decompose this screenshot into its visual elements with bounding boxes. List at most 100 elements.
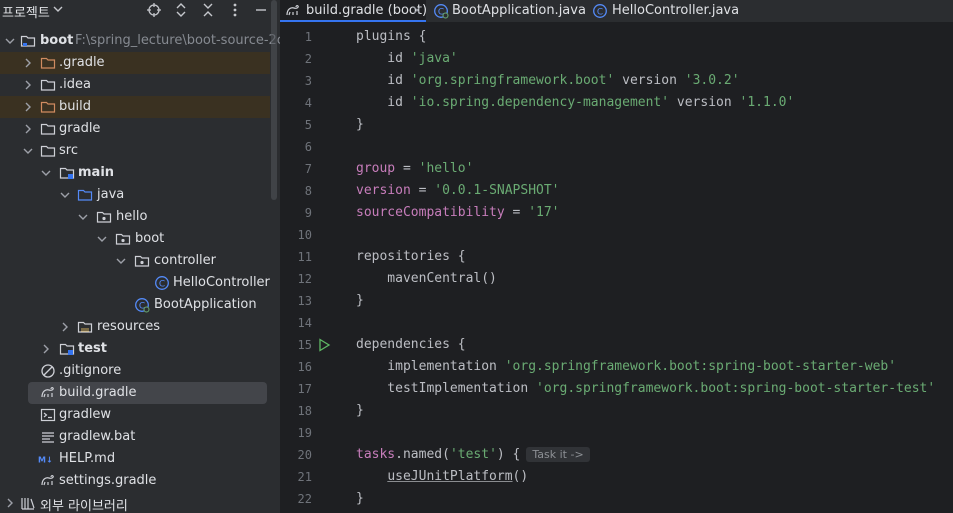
code-token: id: [356, 73, 411, 88]
chevron-right-icon[interactable]: [59, 320, 71, 334]
project-panel-scrollbar[interactable]: [271, 0, 277, 200]
project-panel: 프로젝트 boot F:\spring_lecture\boot-source-…: [0, 0, 280, 513]
line-number: 9: [304, 206, 312, 220]
code-token: =: [395, 161, 419, 176]
code-token: }: [356, 293, 364, 308]
tree-item-bootapplication[interactable]: C BootApplication: [0, 294, 270, 316]
code-property: sourceCompatibility: [356, 205, 505, 220]
line-number: 22: [297, 492, 312, 506]
close-tab-icon[interactable]: ×: [412, 3, 422, 17]
module-folder-icon: [59, 343, 75, 355]
code-line: version = '0.0.1-SNAPSHOT': [356, 183, 560, 198]
code-token: =: [410, 183, 435, 198]
tree-item-boot-package[interactable]: boot: [0, 228, 270, 250]
tree-item-java[interactable]: java: [0, 184, 270, 206]
code-token: plugins {: [356, 29, 427, 44]
tree-item-gradlew[interactable]: gradlew: [0, 404, 270, 426]
code-line: }: [356, 403, 364, 418]
gradle-icon: [41, 474, 54, 486]
line-number: 2: [304, 52, 312, 66]
code-editor[interactable]: 1 2 3 4 5 6 7 8 9 10 11 12 13 14 15 16 1…: [280, 22, 953, 513]
folder-icon: [40, 101, 56, 113]
chevron-right-icon[interactable]: [22, 122, 34, 136]
tree-item-label: .gradle: [59, 55, 105, 70]
code-string: 'java': [410, 51, 458, 66]
code-line: dependencies {: [356, 337, 466, 352]
chevron-down-icon[interactable]: [4, 34, 16, 48]
code-token: }: [356, 491, 364, 506]
code-line: }: [356, 491, 364, 506]
svg-text:C: C: [597, 8, 603, 18]
tree-item-test[interactable]: test: [0, 338, 270, 360]
collapse-all-icon[interactable]: [200, 2, 216, 18]
tree-item-main[interactable]: main: [0, 162, 270, 184]
chevron-right-icon[interactable]: [4, 496, 16, 510]
library-icon: [21, 498, 35, 510]
code-property: tasks: [356, 447, 396, 462]
tree-item-idea[interactable]: .idea: [0, 74, 270, 96]
tree-item-gradle[interactable]: gradle: [0, 118, 270, 140]
chevron-down-icon[interactable]: [59, 188, 71, 202]
tree-item-label: HELP.md: [59, 451, 116, 466]
tree-item-build-dir[interactable]: build: [0, 96, 270, 118]
chevron-down-icon[interactable]: [96, 232, 108, 246]
line-number: 10: [297, 228, 312, 242]
code-string: 'hello': [418, 161, 474, 176]
code-token: ) {: [496, 447, 521, 462]
chevron-right-icon[interactable]: [22, 56, 34, 70]
code-token: id: [356, 51, 411, 66]
chevron-down-icon[interactable]: [22, 144, 34, 158]
tab-label: build.gradle (boot): [306, 3, 428, 18]
ignore-file-icon: [41, 364, 55, 378]
tree-item-external-libraries[interactable]: 외부 라이브러리: [0, 492, 270, 513]
code-token: .named(: [395, 447, 450, 462]
chevron-down-icon[interactable]: [115, 254, 127, 268]
inlay-hint[interactable]: Task it ->: [526, 447, 590, 462]
module-folder-icon: [59, 167, 75, 179]
code-token: id: [356, 95, 411, 110]
tree-item-hellocontroller[interactable]: C HelloController: [0, 272, 270, 294]
gradle-icon: [41, 386, 54, 398]
line-number: 1: [304, 30, 312, 44]
code-line: sourceCompatibility = '17': [356, 205, 560, 220]
folder-icon: [40, 79, 56, 91]
tree-item-help-md[interactable]: M↓ HELP.md: [0, 448, 270, 470]
chevron-down-icon[interactable]: [52, 2, 64, 16]
tab-bootapplication[interactable]: C BootApplication.java: [430, 0, 586, 22]
tab-build-gradle[interactable]: build.gradle (boot) ×: [280, 0, 428, 22]
chevron-right-icon[interactable]: [40, 342, 52, 356]
tree-item-label: test: [78, 341, 107, 356]
more-options-icon[interactable]: [227, 2, 243, 18]
tree-item-src[interactable]: src: [0, 140, 270, 162]
hide-panel-icon[interactable]: [253, 2, 269, 18]
resources-folder-icon: [77, 321, 93, 333]
tab-hellocontroller[interactable]: C HelloController.java: [592, 0, 752, 22]
tree-item-controller[interactable]: controller: [0, 250, 270, 272]
tree-item-gradlew-bat[interactable]: gradlew.bat: [0, 426, 270, 448]
folder-icon: [40, 145, 56, 157]
chevron-down-icon[interactable]: [77, 210, 89, 224]
chevron-down-icon[interactable]: [40, 166, 52, 180]
tree-item-hello[interactable]: hello: [0, 206, 270, 228]
package-icon: [96, 211, 112, 223]
tree-item-settings-gradle[interactable]: settings.gradle: [0, 470, 270, 492]
line-number: 17: [297, 382, 312, 396]
run-gutter-icon[interactable]: [316, 337, 332, 353]
tree-item-build-gradle-content[interactable]: build.gradle: [0, 382, 270, 404]
locate-icon[interactable]: [146, 2, 162, 18]
project-panel-title[interactable]: 프로젝트: [2, 2, 50, 21]
tree-item-label: controller: [154, 253, 217, 268]
line-number: 18: [297, 404, 312, 418]
line-number: 13: [297, 294, 312, 308]
editor-tabs: build.gradle (boot) × C BootApplication.…: [280, 0, 953, 22]
tree-item-resources[interactable]: resources: [0, 316, 270, 338]
chevron-right-icon[interactable]: [22, 100, 34, 114]
tree-item-boot-root[interactable]: boot F:\spring_lecture\boot-source-2c: [0, 30, 280, 52]
line-number: 5: [304, 118, 312, 132]
chevron-right-icon[interactable]: [22, 78, 34, 92]
expand-all-icon[interactable]: [173, 2, 189, 18]
tree-item-gradle-cache[interactable]: .gradle: [0, 52, 270, 74]
tree-item-gitignore[interactable]: .gitignore: [0, 360, 270, 382]
line-number: 6: [304, 140, 312, 154]
